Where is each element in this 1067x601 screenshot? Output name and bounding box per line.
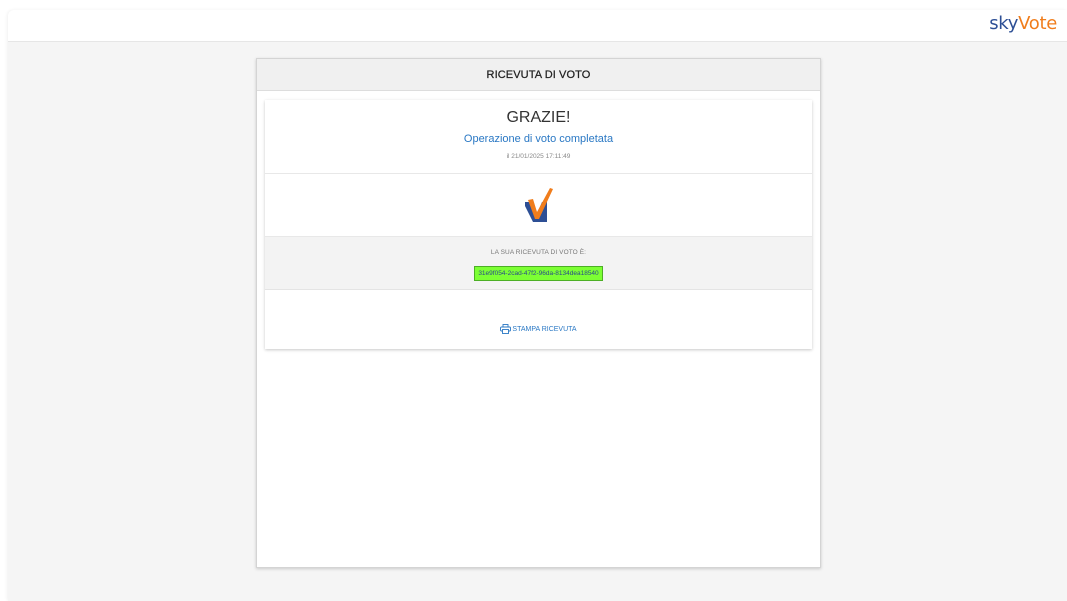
check-logo-section (265, 174, 812, 237)
print-receipt-label: STAMPA RICEVUTA (512, 325, 577, 333)
skyvote-logo: skyVote (989, 13, 1057, 34)
thanks-title: GRAZIE! (506, 109, 571, 126)
receipt-code: 31e9f054-2cad-47f2-96da-8134dea18540 (474, 266, 603, 281)
skyvote-check-icon (524, 188, 553, 222)
receipt-section: LA SUA RICEVUTA DI VOTO È: 31e9f054-2cad… (265, 237, 812, 290)
receipt-card: GRAZIE! Operazione di voto completata il… (265, 100, 812, 349)
confirmation-section: GRAZIE! Operazione di voto completata il… (265, 100, 812, 174)
print-section: STAMPA RICEVUTA (265, 290, 812, 348)
printer-icon (500, 324, 512, 334)
receipt-label: LA SUA RICEVUTA DI VOTO È: (490, 249, 587, 256)
panel-header: RICEVUTA DI VOTO (257, 59, 820, 91)
panel-title: RICEVUTA DI VOTO (486, 68, 591, 81)
top-bar: skyVote (8, 10, 1067, 42)
print-receipt-button[interactable]: STAMPA RICEVUTA (500, 324, 577, 334)
completion-message: Operazione di voto completata (463, 133, 614, 145)
vote-timestamp: il 21/01/2025 17:11:49 (506, 153, 571, 160)
app-window: skyVote RICEVUTA DI VOTO GRAZIE! Operazi… (8, 10, 1067, 601)
receipt-panel: RICEVUTA DI VOTO GRAZIE! Operazione di v… (256, 58, 821, 568)
